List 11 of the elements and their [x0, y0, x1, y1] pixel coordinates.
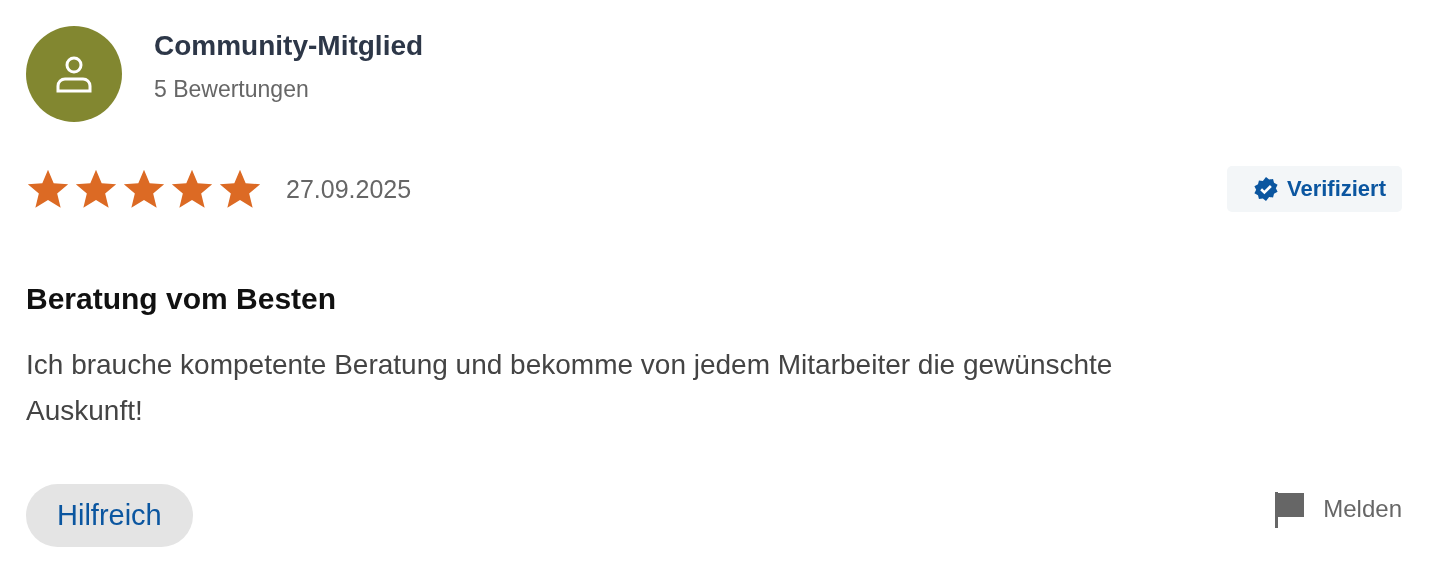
helpful-button[interactable]: Hilfreich	[26, 484, 193, 547]
verified-check-icon	[1252, 176, 1279, 202]
reviewer-name: Community-Mitglied	[154, 29, 424, 62]
review-text: Ich brauche kompetente Beratung und bekomme von jedem Mitarbeiter die gewünschte Auskunft!	[26, 348, 1114, 428]
person-icon	[54, 54, 94, 94]
flag-icon	[1273, 489, 1306, 528]
review-title: Beratung vom Besten	[26, 282, 338, 316]
review-date: 27.09.2025	[286, 174, 412, 204]
review-count: 5 Bewertungen	[154, 75, 310, 103]
verified-badge: Verifiziert	[1226, 166, 1402, 212]
report-link[interactable]: Melden	[1273, 489, 1402, 528]
